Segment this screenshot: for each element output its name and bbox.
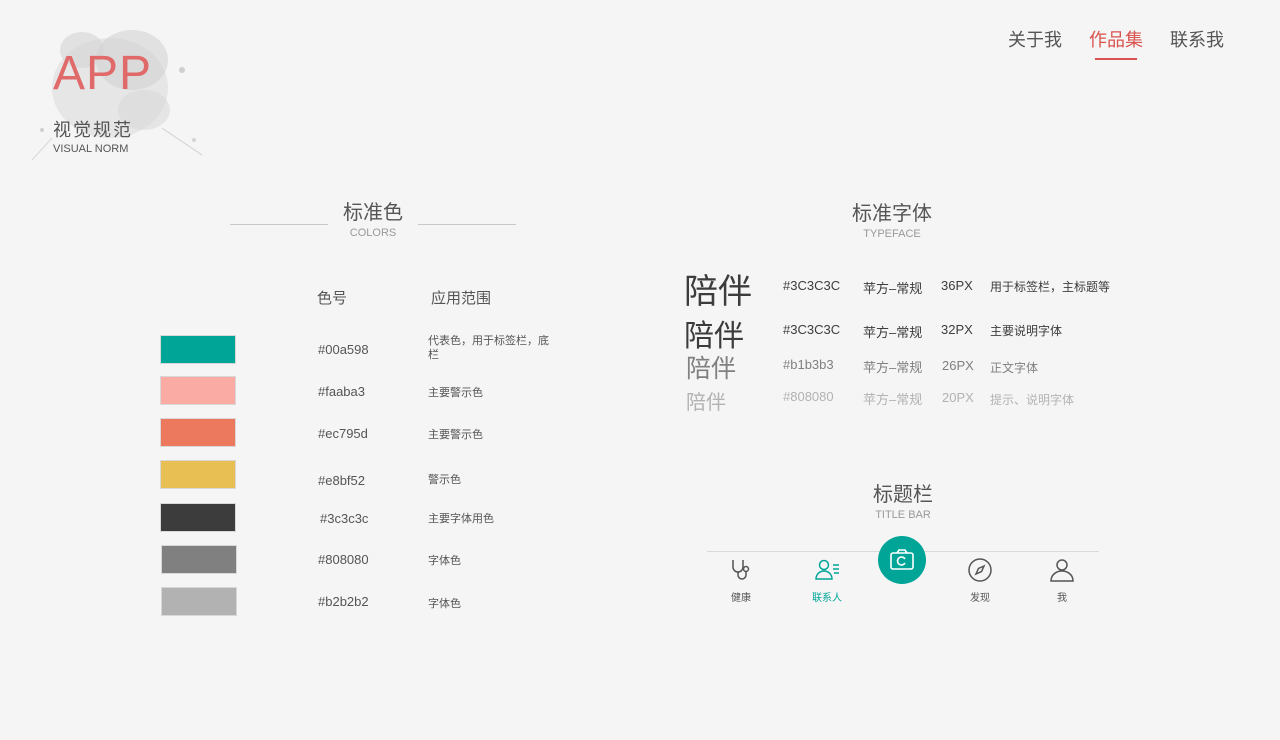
typeface-code: #3C3C3C xyxy=(783,278,841,293)
color-hex: #e8bf52 xyxy=(318,473,365,488)
color-hex: #faaba3 xyxy=(318,384,365,399)
color-hex: #b2b2b2 xyxy=(318,594,369,609)
color-usage: 字体色 xyxy=(428,554,461,567)
typeface-sample: 陪伴 xyxy=(684,272,752,312)
nav-portfolio[interactable]: 作品集 xyxy=(1089,26,1143,60)
tab-contacts-label: 联系人 xyxy=(812,593,842,604)
titlebar-title: 标题栏 xyxy=(873,482,933,506)
top-nav: 关于我 作品集 联系我 xyxy=(1008,26,1224,60)
color-usage: 警示色 xyxy=(428,473,461,486)
typeface-font: 苹方–常规 xyxy=(863,360,923,375)
typeface-heading: 标准字体 TYPEFACE xyxy=(832,200,952,240)
typeface-code: #808080 xyxy=(783,389,834,404)
color-swatch xyxy=(160,376,236,405)
colors-title: 标准色 xyxy=(343,200,403,224)
color-swatch xyxy=(161,587,237,616)
titlebar-heading: 标题栏 TITLE BAR xyxy=(843,481,963,521)
color-hex: #3c3c3c xyxy=(320,511,369,526)
camera-button[interactable] xyxy=(878,536,926,584)
stethoscope-icon xyxy=(732,560,750,580)
color-usage: 主要字体用色 xyxy=(428,512,494,525)
color-hex: #808080 xyxy=(318,552,369,567)
typeface-sample: 陪伴 xyxy=(686,390,726,414)
color-usage: 字体色 xyxy=(428,597,461,610)
typeface-usage: 用于标签栏，主标题等 xyxy=(990,280,1111,294)
color-swatch xyxy=(160,418,236,447)
typeface-usage: 正文字体 xyxy=(990,361,1039,375)
typeface-title: 标准字体 xyxy=(852,201,932,225)
color-swatch xyxy=(161,545,237,574)
color-swatch xyxy=(160,503,236,532)
logo-subtitle-cn: 视觉规范 xyxy=(53,120,133,141)
typeface-size: 32PX xyxy=(941,322,973,337)
logo-subtitle-en: VISUAL NORM xyxy=(53,143,129,155)
titlebar-subtitle: TITLE BAR xyxy=(875,509,931,521)
contacts-icon xyxy=(815,559,839,580)
tab-me[interactable]: 我 xyxy=(1032,557,1092,604)
color-usage: 代表色，用于标签栏，底栏 xyxy=(428,334,549,361)
typeface-code: #b1b3b3 xyxy=(783,357,834,372)
col-header-usage: 应用范围 xyxy=(431,289,492,307)
tab-health-label: 健康 xyxy=(731,593,751,604)
typeface-code: #3C3C3C xyxy=(783,322,841,337)
color-swatch xyxy=(160,335,236,364)
nav-contact[interactable]: 联系我 xyxy=(1170,26,1224,60)
compass-icon xyxy=(968,558,992,582)
nav-about[interactable]: 关于我 xyxy=(1008,26,1062,60)
colors-rule-left xyxy=(230,224,328,225)
color-swatch xyxy=(160,460,236,489)
typeface-font: 苹方–常规 xyxy=(863,325,923,340)
tab-me-label: 我 xyxy=(1057,593,1067,604)
person-icon xyxy=(1050,559,1074,582)
typeface-usage: 主要说明字体 xyxy=(990,324,1063,338)
typeface-size: 26PX xyxy=(942,358,974,373)
logo-title: APP xyxy=(53,47,153,100)
color-usage: 主要警示色 xyxy=(428,428,483,441)
color-hex: #ec795d xyxy=(318,426,368,441)
typeface-usage: 提示、说明字体 xyxy=(990,393,1075,407)
typeface-size: 36PX xyxy=(941,278,973,293)
tab-contacts[interactable]: 联系人 xyxy=(797,557,857,604)
typeface-sample: 陪伴 xyxy=(686,354,737,383)
typeface-size: 20PX xyxy=(942,390,974,405)
tab-discover[interactable]: 发现 xyxy=(950,557,1010,604)
color-hex: #00a598 xyxy=(318,342,369,357)
camera-icon xyxy=(890,549,914,570)
colors-subtitle: COLORS xyxy=(349,227,397,239)
typeface-font: 苹方–常规 xyxy=(863,392,923,407)
col-header-code: 色号 xyxy=(317,289,348,307)
colors-rule-right xyxy=(418,224,516,225)
tab-health[interactable]: 健康 xyxy=(711,557,771,604)
color-usage: 主要警示色 xyxy=(428,386,483,399)
typeface-subtitle: TYPEFACE xyxy=(863,228,921,240)
tab-discover-label: 发现 xyxy=(970,593,990,604)
typeface-font: 苹方–常规 xyxy=(863,281,923,296)
colors-heading: 标准色 COLORS xyxy=(323,199,423,239)
